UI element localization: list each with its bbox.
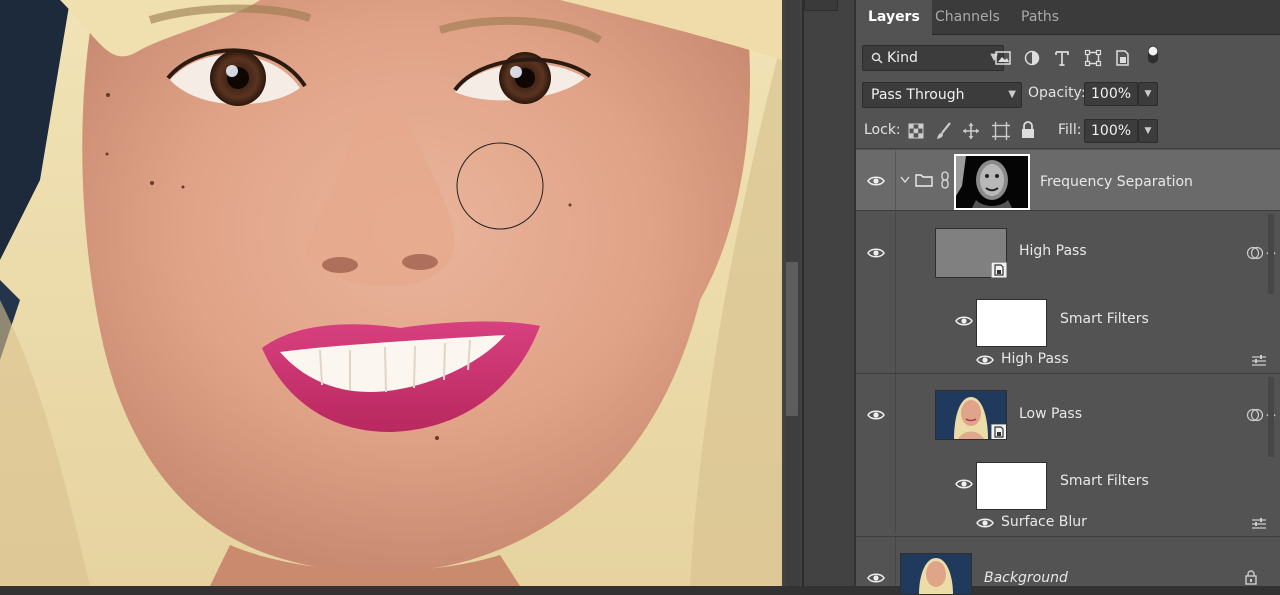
adjustment-filter-icon[interactable]	[1021, 47, 1043, 69]
panel-divider[interactable]	[802, 0, 804, 586]
search-icon	[871, 52, 883, 64]
tab-paths[interactable]: Paths	[1009, 0, 1071, 34]
image-filter-icon[interactable]	[992, 47, 1014, 69]
scrollbar-thumb[interactable]	[786, 262, 798, 416]
lock-all-icon[interactable]	[1020, 121, 1036, 139]
layer-row-background[interactable]: Background	[856, 537, 1280, 595]
visibility-eye-icon[interactable]	[867, 247, 885, 259]
filter-kind-label: Kind	[887, 50, 918, 66]
visibility-eye-icon[interactable]	[976, 517, 994, 529]
visibility-eye-icon[interactable]	[867, 175, 885, 187]
smart-object-badge-icon	[991, 262, 1007, 278]
lock-transparent-icon[interactable]	[908, 123, 924, 139]
filter-toggle-icon[interactable]	[1142, 43, 1164, 65]
tab-layers[interactable]: Layers	[856, 0, 932, 35]
document-canvas[interactable]	[0, 0, 782, 586]
visibility-eye-icon[interactable]	[867, 409, 885, 421]
layer-row-group[interactable]: Frequency Separation	[856, 150, 1280, 210]
layer-thumbnail[interactable]	[900, 553, 972, 595]
smart-filter-mask-thumbnail[interactable]	[976, 462, 1047, 510]
visibility-eye-icon[interactable]	[976, 354, 994, 366]
smart-filters-row[interactable]: Smart Filters	[856, 295, 1280, 347]
visibility-eye-icon[interactable]	[955, 315, 973, 327]
smart-filters-label[interactable]: Smart Filters	[1060, 473, 1149, 489]
fill-field[interactable]: 100%	[1084, 119, 1138, 143]
folder-icon	[915, 174, 933, 187]
smart-object-badge-icon	[991, 424, 1006, 439]
chevron-down-icon: ▼	[1008, 89, 1016, 100]
shape-filter-icon[interactable]	[1082, 47, 1104, 69]
mask-link-icon[interactable]	[940, 171, 950, 189]
layer-thumbnail[interactable]	[935, 228, 1007, 278]
opacity-slider-toggle[interactable]: ▼	[1138, 82, 1158, 106]
filter-blending-options-icon[interactable]	[1251, 354, 1267, 368]
filter-row-surface-blur[interactable]: Surface Blur	[856, 512, 1280, 536]
lock-paint-icon[interactable]	[936, 122, 952, 140]
fill-label: Fill:	[1058, 122, 1082, 138]
smart-filters-label[interactable]: Smart Filters	[1060, 311, 1149, 327]
filter-row-high-pass[interactable]: High Pass	[856, 349, 1280, 373]
panel-tabs: Layers Channels Paths	[856, 0, 1280, 35]
layer-row-high-pass[interactable]: High Pass	[856, 210, 1280, 373]
filter-blending-options-icon[interactable]	[1251, 517, 1267, 531]
fill-slider-toggle[interactable]: ▼	[1138, 119, 1158, 143]
layer-name[interactable]: Background	[984, 570, 1068, 586]
group-mask-thumbnail[interactable]	[954, 154, 1030, 210]
canvas-scrollbar-area	[782, 0, 854, 586]
smart-object-filter-icon[interactable]	[1111, 47, 1133, 69]
layer-row-low-pass[interactable]: Low Pass	[856, 374, 1280, 534]
visibility-eye-icon[interactable]	[955, 478, 973, 490]
smart-filter-options-icon[interactable]	[1246, 407, 1264, 423]
type-filter-icon[interactable]	[1051, 47, 1073, 69]
opacity-field[interactable]: 100%	[1084, 82, 1138, 106]
opacity-label: Opacity:	[1028, 85, 1086, 101]
smart-filter-mask-thumbnail[interactable]	[976, 299, 1047, 347]
layers-scrollbar[interactable]	[1268, 214, 1274, 294]
blend-mode-value: Pass Through	[871, 87, 965, 103]
blend-mode-dropdown[interactable]: Pass Through ▼	[862, 82, 1022, 108]
layers-panel: Layers Channels Paths Kind ▼ Pass Throug…	[856, 0, 1280, 595]
layer-name[interactable]: High Pass	[1019, 243, 1087, 259]
lock-label: Lock:	[864, 122, 901, 138]
lock-artboard-icon[interactable]	[991, 121, 1011, 141]
layer-thumbnail[interactable]	[935, 390, 1007, 440]
smart-filter-options-icon[interactable]	[1246, 245, 1264, 261]
portrait-photo	[0, 0, 782, 586]
tab-channels[interactable]: Channels	[923, 0, 1012, 34]
layers-scrollbar[interactable]	[1268, 377, 1274, 457]
lock-icon	[1245, 570, 1257, 585]
chevron-down-icon[interactable]	[900, 176, 910, 184]
lock-position-icon[interactable]	[962, 122, 980, 140]
smart-filters-row[interactable]: Smart Filters	[856, 458, 1280, 510]
filter-name[interactable]: Surface Blur	[1001, 514, 1087, 530]
filter-name[interactable]: High Pass	[1001, 351, 1069, 367]
filter-kind-dropdown[interactable]: Kind ▼	[862, 45, 1004, 71]
layer-name[interactable]: Low Pass	[1019, 406, 1082, 422]
visibility-eye-icon[interactable]	[867, 572, 885, 584]
panel-dock-tab	[804, 0, 838, 11]
layer-name[interactable]: Frequency Separation	[1040, 174, 1193, 190]
